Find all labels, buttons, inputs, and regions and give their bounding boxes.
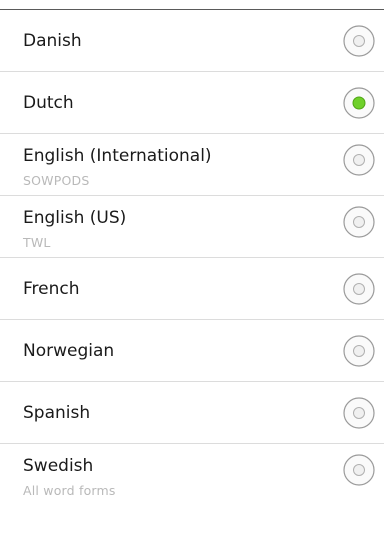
language-label: Swedish bbox=[23, 456, 94, 476]
language-item-english-international[interactable]: English (International) SOWPODS bbox=[0, 134, 384, 196]
language-label: English (International) bbox=[23, 146, 212, 166]
language-list: Danish Dutch English (International) SOW… bbox=[0, 10, 384, 506]
radio-button-unchecked-icon[interactable] bbox=[342, 272, 376, 306]
radio-button-unchecked-icon[interactable] bbox=[342, 334, 376, 368]
radio-button-unchecked-icon[interactable] bbox=[342, 143, 376, 177]
language-label: Danish bbox=[23, 31, 82, 51]
language-item-swedish[interactable]: Swedish All word forms bbox=[0, 444, 384, 506]
language-label: French bbox=[23, 279, 80, 299]
radio-button-unchecked-icon[interactable] bbox=[342, 396, 376, 430]
dictionary-sublabel: TWL bbox=[23, 235, 51, 250]
language-item-english-us[interactable]: English (US) TWL bbox=[0, 196, 384, 258]
language-label: Dutch bbox=[23, 93, 74, 113]
language-item-norwegian[interactable]: Norwegian bbox=[0, 320, 384, 382]
dictionary-sublabel: All word forms bbox=[23, 483, 116, 498]
radio-button-checked-icon[interactable] bbox=[342, 86, 376, 120]
language-item-danish[interactable]: Danish bbox=[0, 10, 384, 72]
dictionary-sublabel: SOWPODS bbox=[23, 173, 90, 188]
language-label: English (US) bbox=[23, 208, 127, 228]
language-label: Norwegian bbox=[23, 341, 115, 361]
language-item-spanish[interactable]: Spanish bbox=[0, 382, 384, 444]
radio-button-unchecked-icon[interactable] bbox=[342, 205, 376, 239]
top-divider bbox=[0, 0, 384, 10]
language-item-french[interactable]: French bbox=[0, 258, 384, 320]
radio-button-unchecked-icon[interactable] bbox=[342, 453, 376, 487]
language-item-dutch[interactable]: Dutch bbox=[0, 72, 384, 134]
language-label: Spanish bbox=[23, 403, 91, 423]
radio-button-unchecked-icon[interactable] bbox=[342, 24, 376, 58]
